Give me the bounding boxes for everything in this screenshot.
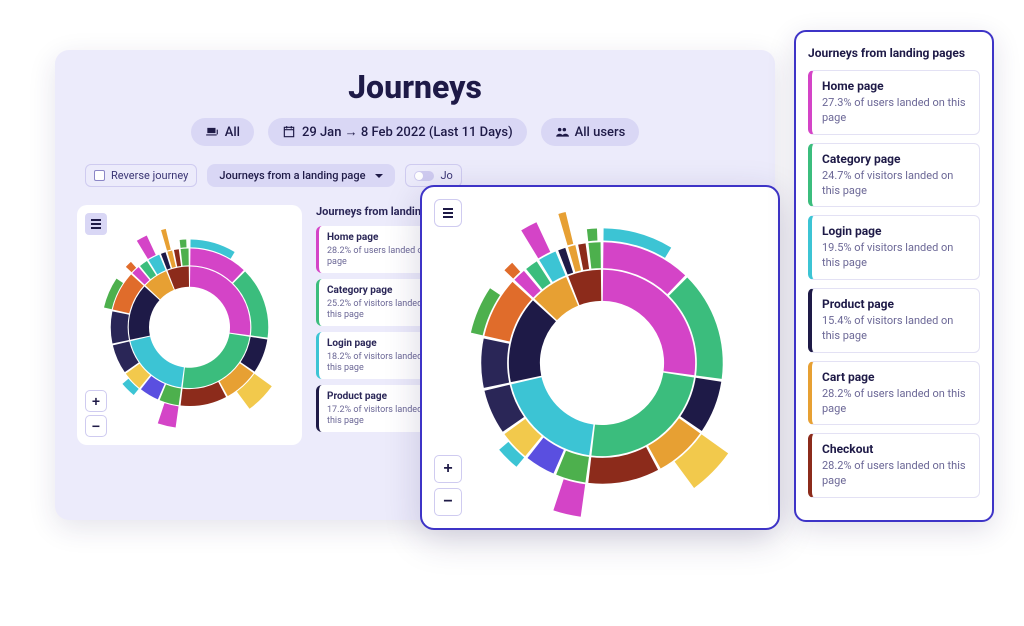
users-icon (555, 125, 569, 139)
checkbox-icon (94, 170, 105, 181)
zoom-controls-large: + − (434, 455, 462, 516)
journey-mode-select[interactable]: Journeys from a landing page (207, 164, 395, 187)
sunburst-svg-large (422, 187, 782, 532)
secondary-toggle[interactable]: Jo (405, 164, 461, 187)
legend-card[interactable]: Cart page 28.2% of users landed on this p… (808, 361, 980, 426)
legend-button[interactable] (434, 199, 462, 227)
legend-card[interactable]: Category page 24.7% of visitors landed on… (808, 143, 980, 208)
zoom-out-button[interactable]: − (434, 488, 462, 516)
secondary-toggle-label: Jo (440, 169, 452, 182)
legend-card-title: Cart page (822, 370, 969, 384)
legend-card-desc: 15.4% of visitors landed on this page (822, 314, 969, 344)
legend-card-title: Home page (822, 79, 969, 93)
legend-card-title: Login page (822, 224, 969, 238)
device-filter-label: All (225, 125, 240, 140)
legend-button[interactable] (85, 213, 107, 235)
legend-card-title: Category page (822, 152, 969, 166)
options-row: Reverse journey Journeys from a landing … (85, 164, 753, 187)
legend-card-title: Product page (822, 297, 969, 311)
legend-card-desc: 28.2% of users landed on this page (822, 387, 969, 417)
sunburst-svg-small (77, 205, 302, 445)
date-filter-label: 29 Jan → 8 Feb 2022 (Last 11 Days) (302, 124, 513, 140)
zoom-controls-small: + − (85, 390, 107, 437)
legend-card[interactable]: Product page 15.4% of visitors landed on … (808, 288, 980, 353)
users-filter-label: All users (575, 125, 626, 140)
legend-card-desc: 19.5% of visitors landed on this page (822, 241, 969, 271)
devices-icon (205, 125, 219, 139)
side-panel-title: Journeys from landing pages (808, 46, 980, 60)
legend-card-title: Checkout (822, 442, 969, 456)
toggle-track (414, 171, 434, 181)
list-icon (91, 223, 101, 225)
calendar-icon (282, 125, 296, 139)
page-title: Journeys (77, 68, 753, 106)
journeys-side-panel: Journeys from landing pages Home page 27.… (794, 30, 994, 522)
reverse-journey-checkbox[interactable]: Reverse journey (85, 164, 197, 187)
legend-card-desc: 28.2% of users landed on this page (822, 459, 969, 489)
legend-card[interactable]: Home page 27.3% of users landed on this p… (808, 70, 980, 135)
legend-card[interactable]: Checkout 28.2% of users landed on this pa… (808, 433, 980, 498)
sunburst-chart-large-card: + − (420, 185, 780, 530)
legend-card-desc: 18.2% of visitors landed on this page (327, 352, 434, 373)
list-icon (443, 212, 453, 214)
zoom-out-button[interactable]: − (85, 415, 107, 437)
reverse-journey-label: Reverse journey (111, 169, 188, 182)
chevron-down-icon (375, 174, 383, 178)
legend-card-desc: 24.7% of visitors landed on this page (822, 169, 969, 199)
legend-card-desc: 27.3% of users landed on this page (822, 96, 969, 126)
zoom-in-button[interactable]: + (85, 390, 107, 412)
users-filter[interactable]: All users (541, 118, 640, 146)
legend-card[interactable]: Login page 19.5% of visitors landed on th… (808, 215, 980, 280)
zoom-in-button[interactable]: + (434, 455, 462, 483)
legend-card-desc: 17.2% of visitors landed on this page (327, 405, 434, 426)
journey-mode-label: Journeys from a landing page (219, 169, 365, 182)
device-filter[interactable]: All (191, 118, 254, 146)
date-filter[interactable]: 29 Jan → 8 Feb 2022 (Last 11 Days) (268, 118, 527, 146)
sunburst-chart-small: + − (77, 205, 302, 445)
legend-card-desc: 25.2% of visitors landed on this page (327, 299, 434, 320)
filter-row: All 29 Jan → 8 Feb 2022 (Last 11 Days) A… (77, 118, 753, 146)
